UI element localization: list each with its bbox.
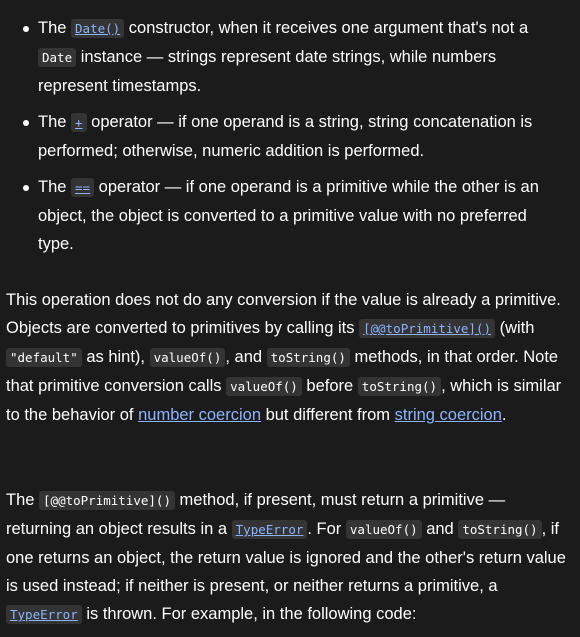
date-constructor-link[interactable]: Date()	[71, 19, 125, 38]
valueof-code: valueOf()	[345, 520, 422, 539]
article-content: The Date() constructor, when it receives…	[0, 0, 580, 637]
paragraph-text: is thrown. For example, in the following…	[81, 605, 417, 623]
paragraph-text: The	[6, 491, 40, 509]
paragraph-text: .	[501, 406, 507, 424]
list-item-text: constructor, when it receives one argume…	[124, 19, 529, 37]
paragraph-text: , and	[225, 348, 267, 366]
toprimitive-link[interactable]: [@@toPrimitive]()	[359, 319, 495, 338]
primitive-conversion-paragraph: This operation does not do any conversio…	[6, 286, 568, 429]
list-item-text: operator — if one operand is a primitive…	[38, 178, 539, 253]
bullet-icon	[23, 120, 29, 126]
bullet-icon	[23, 185, 29, 191]
conversion-contexts-list: The Date() constructor, when it receives…	[0, 14, 580, 266]
list-item-text: The	[38, 19, 72, 37]
list-item-plus-operator: The + operator — if one operand is a str…	[0, 108, 580, 165]
paragraph-text: before	[301, 377, 358, 395]
toprimitive-code: [@@toPrimitive]()	[39, 491, 175, 510]
number-coercion-link[interactable]: number coercion	[138, 406, 261, 424]
equality-operator-link[interactable]: ==	[71, 178, 95, 197]
valueof-code: valueOf()	[226, 377, 302, 396]
string-coercion-link[interactable]: string coercion	[395, 406, 502, 424]
paragraph-text: . For	[307, 520, 346, 538]
tostring-code: toString()	[357, 377, 442, 396]
list-item-text: The	[38, 178, 72, 196]
paragraph-text: but different from	[261, 406, 395, 424]
valueof-code: valueOf()	[149, 348, 226, 367]
paragraph-text: and	[421, 520, 459, 538]
typeerror-link[interactable]: TypeError	[6, 605, 82, 624]
typeerror-link[interactable]: TypeError	[231, 520, 308, 539]
paragraph-text: as hint),	[81, 348, 150, 366]
list-item-date-constructor: The Date() constructor, when it receives…	[0, 14, 580, 100]
tostring-code: toString()	[458, 520, 542, 539]
bullet-icon	[23, 26, 29, 32]
date-code: Date	[38, 48, 77, 67]
tostring-code: toString()	[266, 348, 350, 367]
list-item-equality-operator: The == operator — if one operand is a pr…	[0, 173, 580, 258]
paragraph-text: (with	[495, 319, 535, 337]
list-item-text: instance — strings represent date string…	[38, 48, 497, 95]
default-hint-code: "default"	[6, 348, 82, 367]
plus-operator-link[interactable]: +	[71, 113, 87, 132]
toprimitive-method-paragraph: The [@@toPrimitive]() method, if present…	[6, 486, 568, 629]
list-item-text: operator — if one operand is a string, s…	[38, 113, 533, 160]
list-item-text: The	[38, 113, 72, 131]
